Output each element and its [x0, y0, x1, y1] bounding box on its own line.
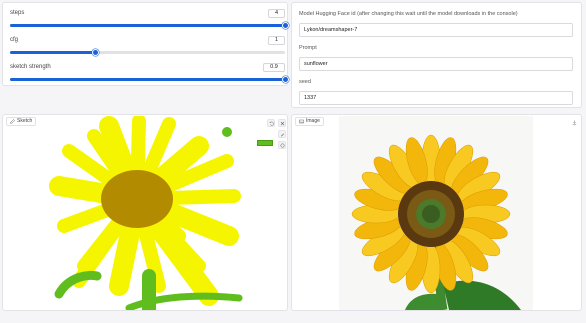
sketch-strength-slider-block: sketch strength 0.9 [9, 63, 289, 88]
undo-icon [268, 121, 274, 126]
model-id-label: Model Hugging Face id (after changing th… [299, 11, 518, 17]
steps-slider-fill [10, 24, 285, 27]
image-tab-text: Image [306, 118, 320, 124]
steps-slider-thumb[interactable] [281, 21, 289, 29]
brush-color-swatch[interactable] [257, 140, 273, 146]
brush-size-preview [222, 127, 232, 137]
prompt-label: Prompt [299, 45, 317, 51]
sketch-panel: Sketch [2, 114, 288, 311]
controls-panel: steps 4 cfg 1 sketch strength 0.9 [2, 2, 289, 88]
sketch-strength-number-input[interactable]: 0.9 [263, 63, 285, 72]
steps-slider[interactable] [10, 21, 289, 29]
brush-button[interactable] [278, 130, 286, 138]
cfg-slider[interactable] [10, 48, 285, 56]
seed-input[interactable]: 1337 [299, 91, 573, 105]
cfg-slider-block: cfg 1 [9, 36, 285, 61]
sketch-strength-slider-thumb[interactable] [281, 75, 289, 83]
download-button[interactable] [570, 118, 578, 126]
pencil-icon [10, 119, 15, 124]
image-tab-label: Image [295, 117, 324, 126]
undo-button[interactable] [267, 119, 275, 127]
seed-label: seed [299, 79, 311, 85]
cfg-number-input[interactable]: 1 [268, 36, 285, 45]
brush-icon [280, 133, 284, 136]
close-icon [280, 121, 284, 125]
image-panel: Image [291, 114, 582, 311]
sketch-strength-slider-fill [10, 78, 285, 81]
sketch-tab-label: Sketch [6, 117, 37, 126]
cfg-label: cfg [10, 37, 19, 43]
palette-icon [280, 143, 284, 147]
sunflower-image [339, 116, 533, 310]
sketch-drawing [49, 116, 243, 310]
download-icon [572, 120, 576, 125]
sketch-strength-label: sketch strength [10, 64, 51, 70]
output-image [339, 116, 533, 310]
sketch-strength-slider[interactable] [10, 75, 289, 83]
sketch-canvas[interactable] [49, 116, 243, 310]
image-icon [299, 119, 304, 124]
model-id-input[interactable]: Lykon/dreamshaper-7 [299, 23, 573, 37]
cfg-slider-thumb[interactable] [91, 48, 99, 56]
inputs-panel: Model Hugging Face id (after changing th… [291, 2, 582, 108]
steps-number-input[interactable]: 4 [268, 9, 285, 18]
steps-label: steps [10, 10, 25, 16]
sketch-flower-center [101, 170, 173, 228]
prompt-input[interactable]: sunflower [299, 57, 573, 71]
steps-slider-block: steps 4 [9, 9, 289, 34]
sketch-tab-text: Sketch [17, 118, 33, 124]
color-button[interactable] [278, 141, 286, 149]
clear-button[interactable] [278, 119, 286, 127]
cfg-slider-fill [10, 51, 96, 54]
